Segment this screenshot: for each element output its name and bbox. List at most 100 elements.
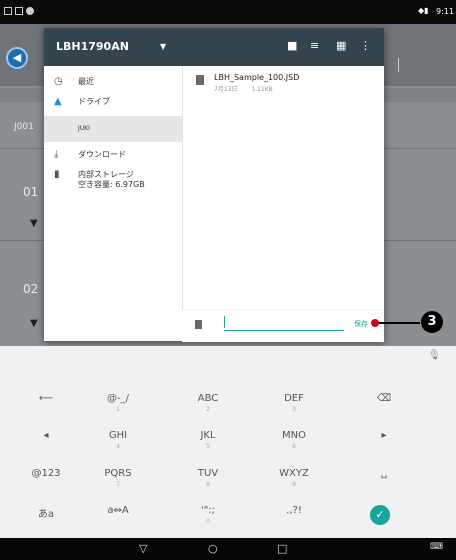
- more-vert-icon[interactable]: ⋮: [360, 39, 371, 52]
- drawer-item-drive[interactable]: ▲ ドライブ: [44, 96, 182, 112]
- key-label: GHI: [108, 430, 128, 441]
- delete-key[interactable]: ⌫: [356, 393, 412, 404]
- sort-icon[interactable]: ≡: [310, 39, 319, 52]
- folder-icon[interactable]: ■: [287, 39, 297, 52]
- key-sub-label: 2: [206, 406, 210, 413]
- status-bar: ◆▮ 9:11: [0, 0, 456, 24]
- wxyz-key[interactable]: WXYZ 9: [266, 468, 322, 488]
- clock-icon: ◷: [54, 76, 63, 87]
- dialog-header: LBH1790AN ▼ ■ ≡ ▦ ⋮: [44, 28, 384, 66]
- navigation-drawer: ◷ 最近 ▲ ドライブ JUKI ⤓ ダウンロード ▮ 内部ストレージ 空き容量…: [44, 66, 182, 341]
- drawer-item-label: ドライブ: [78, 97, 110, 106]
- key-label: WXYZ: [279, 468, 309, 479]
- storage-free-space: 空き容量: 6.97GB: [78, 180, 145, 189]
- document-icon: [196, 75, 204, 85]
- key-sub-label: 6: [292, 443, 296, 450]
- recents-nav-button[interactable]: □: [277, 542, 287, 555]
- save-button[interactable]: 保存: [354, 319, 368, 329]
- symbols-key[interactable]: @-_/ 1: [90, 393, 146, 413]
- navigation-bar: ▽ ○ □ ⌨: [0, 538, 456, 560]
- background-row-number: 01: [23, 185, 39, 199]
- pqrs-key[interactable]: PQRS 7: [90, 468, 146, 488]
- callout-line: [375, 322, 420, 324]
- case-toggle-key[interactable]: a⇔A: [90, 505, 146, 516]
- drawer-item-label: ダウンロード: [78, 150, 126, 159]
- key-label: JKL: [200, 430, 216, 441]
- jkl-key[interactable]: JKL 5: [180, 430, 236, 450]
- background-row-id: J001: [14, 122, 34, 132]
- microphone-icon[interactable]: 🎙: [428, 350, 441, 361]
- key-label: TUV: [197, 468, 219, 479]
- back-arrow-icon[interactable]: ◀: [6, 47, 28, 69]
- expand-arrow-icon[interactable]: ▼: [30, 218, 38, 229]
- expand-arrow-icon[interactable]: ▼: [30, 318, 38, 329]
- def-key[interactable]: DEF 3: [266, 393, 322, 413]
- file-name: LBH_Sample_100.JSD: [214, 73, 300, 82]
- key-label: あa: [37, 509, 55, 520]
- key-label: ⌫: [376, 393, 392, 404]
- drawer-item-label: JUKI: [78, 125, 90, 132]
- key-sub-label: 7: [116, 481, 120, 488]
- filename-input[interactable]: [224, 318, 344, 331]
- key-label: .,?!: [286, 505, 302, 516]
- backspace-arrow-key[interactable]: ⟵: [18, 393, 74, 404]
- key-label: @-_/: [107, 393, 129, 404]
- key-label: ␣: [380, 468, 388, 479]
- drawer-item-juki[interactable]: JUKI: [44, 116, 182, 142]
- cursor-right-key[interactable]: ▸: [356, 430, 412, 441]
- mno-key[interactable]: MNO 6: [266, 430, 322, 450]
- key-label: ◂: [43, 430, 49, 441]
- key-sub-label: 1: [116, 406, 120, 413]
- key-sub-label: 3: [292, 406, 296, 413]
- symbol-key[interactable]: .,?!: [266, 505, 322, 516]
- background-row-number: 02: [23, 282, 39, 296]
- punctuation-key[interactable]: '":; 0: [180, 505, 236, 525]
- cursor-left-key[interactable]: ◂: [18, 430, 74, 441]
- key-label: '":;: [200, 505, 216, 516]
- download-icon: ⤓: [54, 149, 59, 160]
- ghi-key[interactable]: GHI 4: [90, 430, 146, 450]
- tuv-key[interactable]: TUV 8: [180, 468, 236, 488]
- key-label: ⟵: [38, 393, 54, 404]
- drawer-item-internal-storage[interactable]: ▮ 内部ストレージ 空き容量: 6.97GB: [44, 169, 182, 197]
- drive-icon: ▲: [54, 96, 62, 107]
- pane-divider: [182, 66, 183, 309]
- battery-icon: ◆▮: [418, 6, 429, 15]
- notification-icons: [4, 7, 37, 17]
- dialog-title: LBH1790AN: [56, 40, 129, 53]
- key-label: ABC: [197, 393, 219, 404]
- home-nav-button[interactable]: ○: [208, 542, 218, 555]
- space-key[interactable]: ␣: [356, 468, 412, 479]
- callout-number: 3: [421, 311, 443, 333]
- kana-mode-key[interactable]: あa: [18, 505, 74, 520]
- status-time: 9:11: [436, 7, 454, 16]
- key-sub-label: 0: [206, 518, 210, 525]
- key-sub-label: 5: [206, 443, 210, 450]
- drawer-item-recent[interactable]: ◷ 最近: [44, 76, 182, 92]
- key-label: DEF: [284, 393, 304, 404]
- sd-card-icon: ▮: [54, 169, 60, 180]
- back-nav-button[interactable]: ▽: [139, 542, 147, 555]
- key-sub-label: 4: [116, 443, 120, 450]
- file-date: 7月13日: [214, 86, 238, 93]
- key-label: PQRS: [104, 468, 132, 479]
- key-sub-label: 8: [206, 481, 210, 488]
- key-label: a⇔A: [107, 505, 129, 516]
- drawer-item-downloads[interactable]: ⤓ ダウンロード: [44, 149, 182, 165]
- drawer-item-label: 最近: [78, 77, 94, 86]
- enter-key[interactable]: ✓: [370, 505, 390, 525]
- key-label: @123: [31, 468, 61, 479]
- file-meta: 7月13日 1.11KB: [214, 84, 273, 93]
- file-picker-dialog: LBH1790AN ▼ ■ ≡ ▦ ⋮ ◷ 最近 ▲ ドライブ JUKI ⤓ ダ…: [44, 28, 384, 342]
- file-size: 1.11KB: [251, 86, 273, 93]
- grid-view-icon[interactable]: ▦: [336, 39, 346, 52]
- key-label: ▸: [381, 430, 387, 441]
- keyboard-icon[interactable]: ⌨: [430, 542, 443, 552]
- save-bar: 保存: [182, 309, 384, 342]
- file-list: [182, 66, 384, 341]
- chevron-down-icon[interactable]: ▼: [160, 42, 166, 51]
- mode-123-key[interactable]: @123: [18, 468, 74, 479]
- abc-key[interactable]: ABC 2: [180, 393, 236, 413]
- document-icon: [195, 320, 202, 329]
- callout-dot: [371, 319, 379, 327]
